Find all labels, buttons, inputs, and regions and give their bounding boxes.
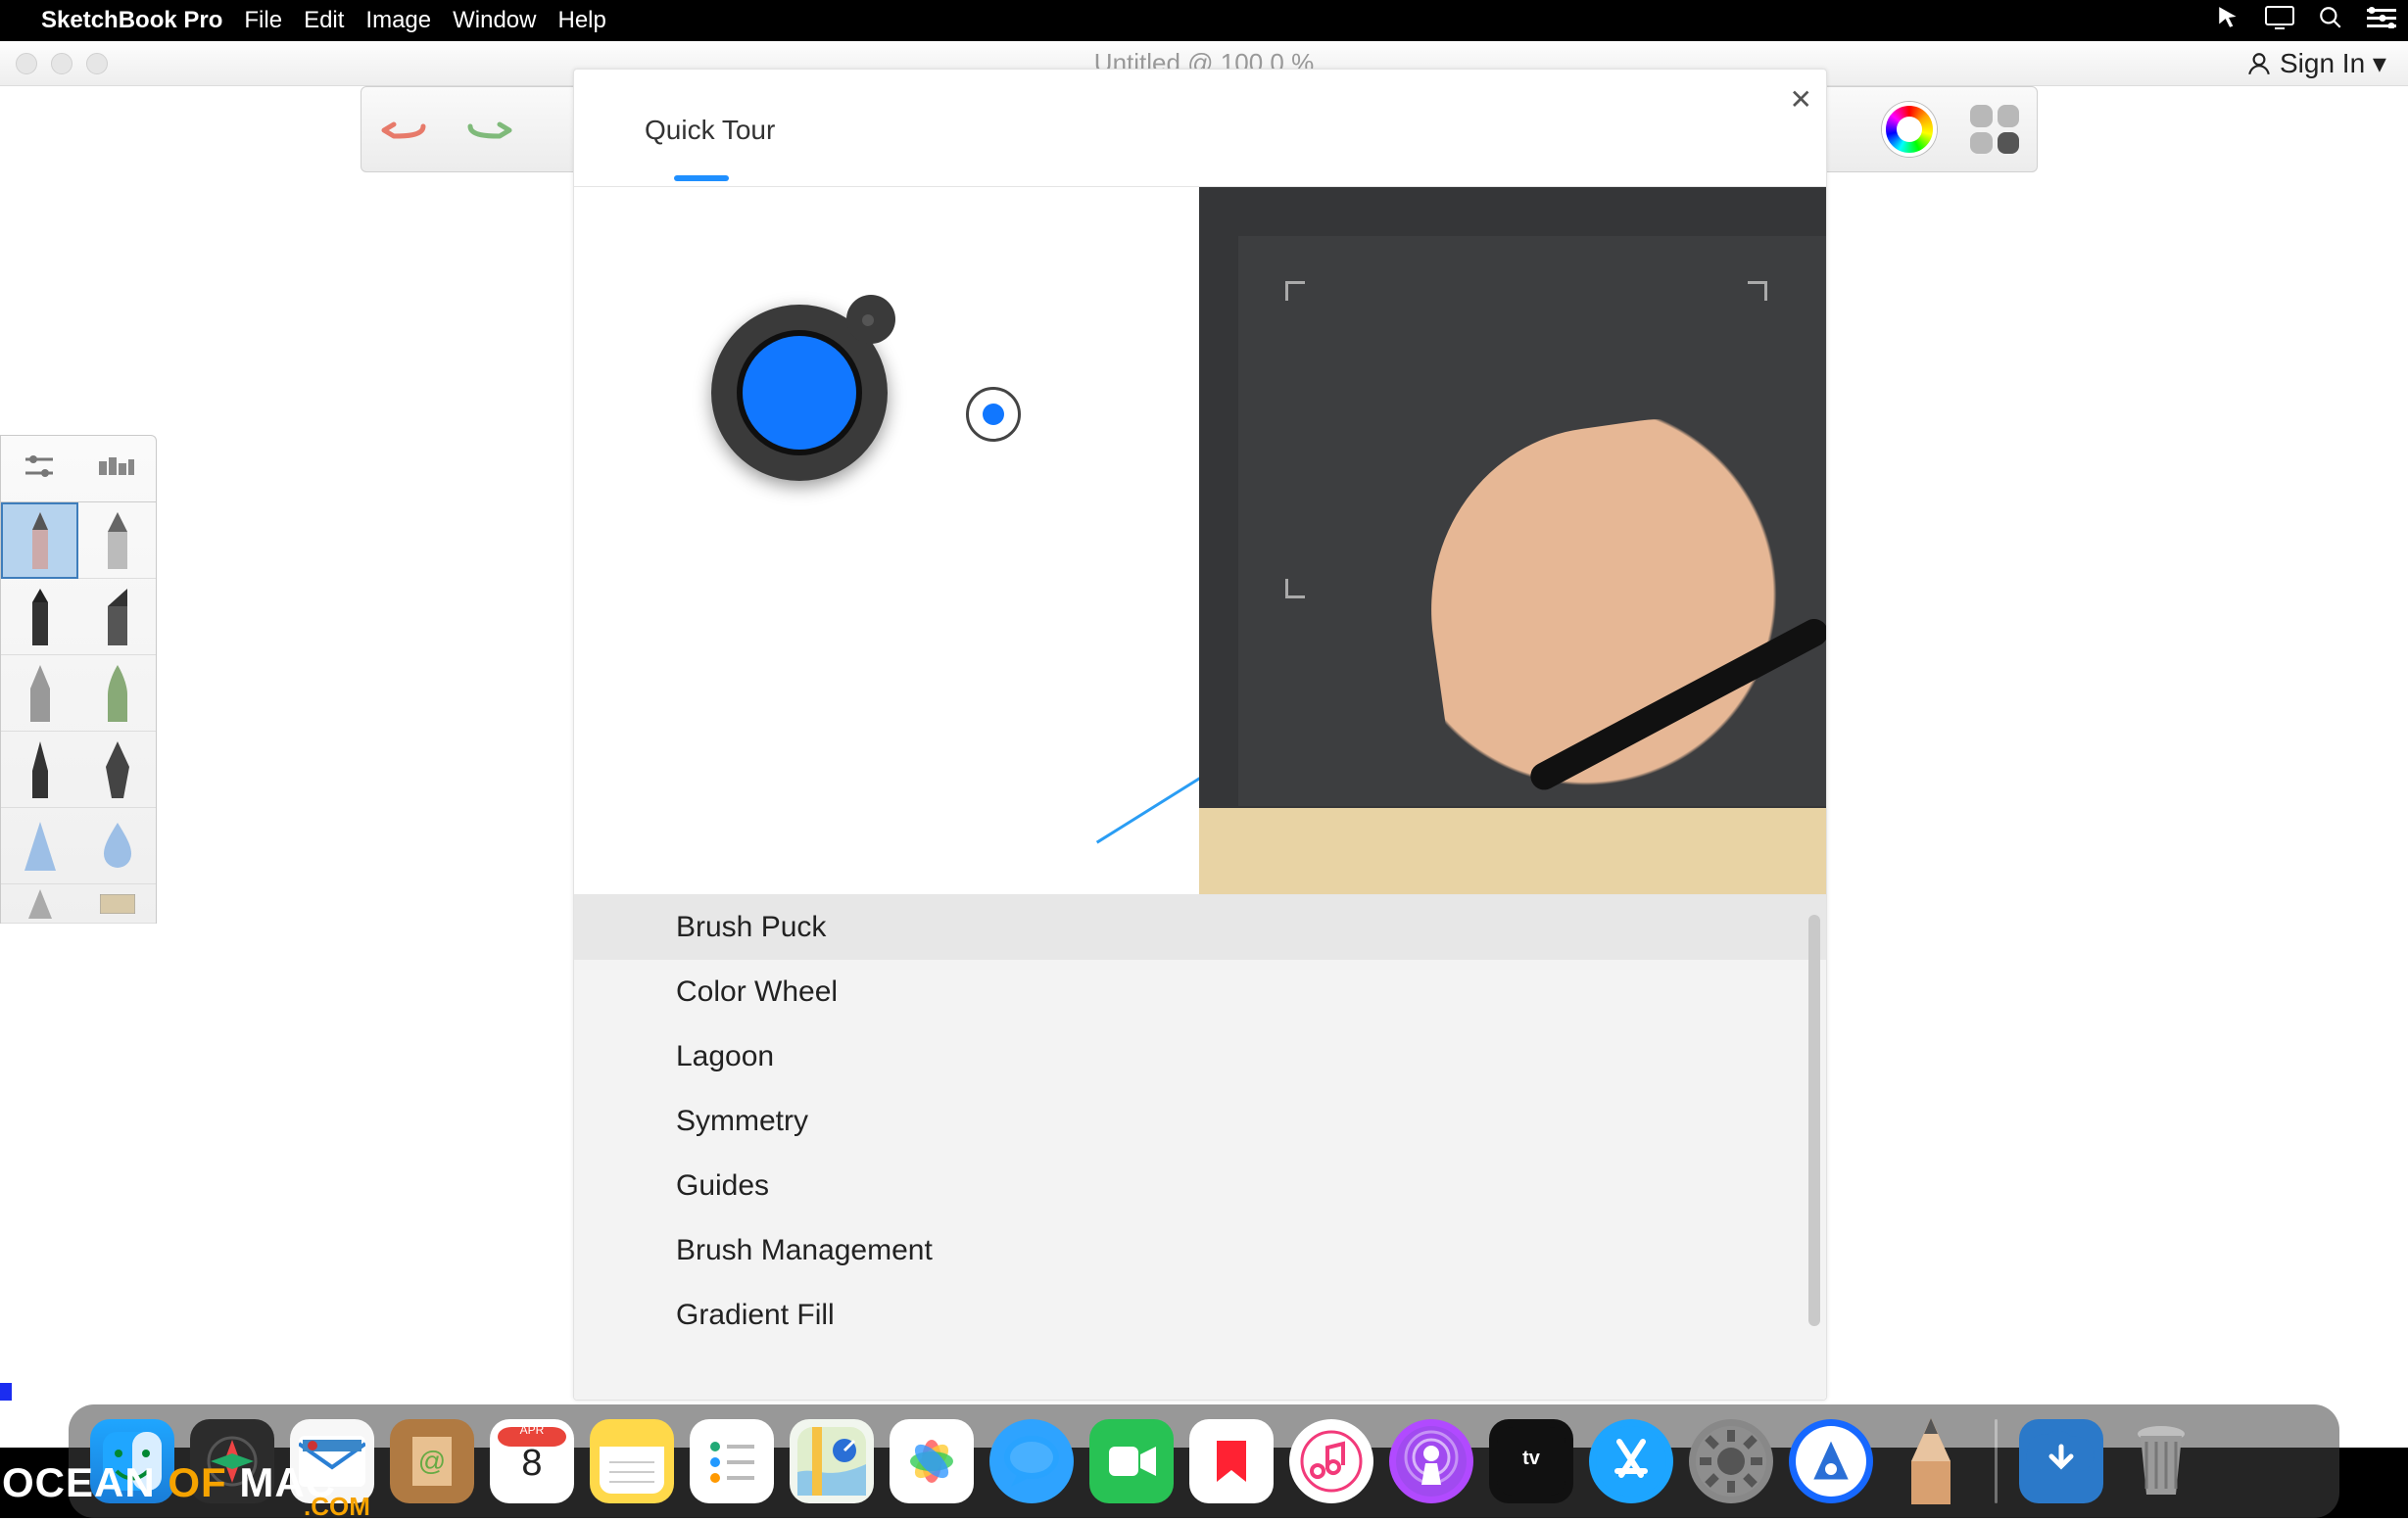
watermark: OCEAN OF MAC <box>2 1459 336 1506</box>
brush-chisel[interactable] <box>78 579 156 655</box>
calendar-month: APR <box>490 1423 574 1437</box>
window-close-button[interactable] <box>16 53 37 74</box>
macos-menubar: SketchBook Pro File Edit Image Window He… <box>0 0 2408 41</box>
brush-pen[interactable] <box>78 502 156 579</box>
svg-text:@: @ <box>418 1446 446 1476</box>
tour-item-gradient-fill[interactable]: Gradient Fill <box>574 1283 1826 1348</box>
brush-puck-small-icon <box>966 387 1021 442</box>
brush-brushpen[interactable] <box>78 655 156 732</box>
dock-preview[interactable] <box>1789 1419 1873 1503</box>
dock-messages[interactable] <box>989 1419 1074 1503</box>
tour-item-brush-management[interactable]: Brush Management <box>574 1218 1826 1283</box>
brush-settings-icon[interactable] <box>24 453 55 484</box>
tour-preview-area <box>574 187 1826 894</box>
brush-fountain[interactable] <box>78 732 156 808</box>
dock-notes[interactable] <box>590 1419 674 1503</box>
macos-dock: @ APR 8 tv <box>69 1404 2339 1518</box>
tour-item-brush-puck[interactable]: Brush Puck <box>574 895 1826 960</box>
dock-area: OCEAN OF MAC .COM @ APR8 tv <box>0 1401 2408 1518</box>
watermark-domain: .COM <box>304 1492 370 1522</box>
calendar-day: 8 <box>490 1443 574 1485</box>
tour-item-lagoon[interactable]: Lagoon <box>574 1024 1826 1089</box>
menu-help[interactable]: Help <box>557 7 605 34</box>
dock-podcasts[interactable] <box>1389 1419 1473 1503</box>
tour-video-thumbnail <box>1199 187 1826 894</box>
dialog-progress-indicator <box>574 177 1826 187</box>
brush-grid <box>1 502 156 924</box>
scrollbar[interactable] <box>1808 915 1820 1326</box>
color-wheel-button[interactable] <box>1882 102 1937 157</box>
brush-palette <box>0 435 157 924</box>
dock-music[interactable] <box>1289 1419 1373 1503</box>
dock-appstore[interactable] <box>1589 1419 1673 1503</box>
dock-photos[interactable] <box>890 1419 974 1503</box>
dock-separator <box>1995 1419 1998 1503</box>
menu-file[interactable]: File <box>244 7 282 34</box>
dock-sketchbook[interactable] <box>1889 1419 1973 1503</box>
dock-system-preferences[interactable] <box>1689 1419 1773 1503</box>
brush-nib[interactable] <box>1 655 78 732</box>
dock-tv[interactable]: tv <box>1489 1419 1573 1503</box>
spotlight-search-icon[interactable] <box>2318 5 2343 37</box>
menu-image[interactable]: Image <box>365 7 431 34</box>
brush-puck-icon <box>711 305 888 481</box>
tour-item-symmetry[interactable]: Symmetry <box>574 1089 1826 1154</box>
undo-button[interactable] <box>379 107 430 152</box>
brush-ink[interactable] <box>1 732 78 808</box>
dock-maps[interactable] <box>790 1419 874 1503</box>
tour-item-guides[interactable]: Guides <box>574 1154 1826 1218</box>
sign-in-label: Sign In ▾ <box>2280 47 2386 79</box>
quick-tour-dialog: ✕ Quick Tour Brush Puck Color Wheel Lago… <box>573 69 1827 1401</box>
dock-contacts[interactable]: @ <box>390 1419 474 1503</box>
menu-edit[interactable]: Edit <box>304 7 344 34</box>
dock-trash[interactable] <box>2119 1419 2203 1503</box>
window-controls <box>16 53 108 74</box>
dock-downloads[interactable] <box>2019 1419 2103 1503</box>
sign-in-button[interactable]: Sign In ▾ <box>2246 47 2386 79</box>
dock-facetime[interactable] <box>1089 1419 1174 1503</box>
tour-topic-list: Brush Puck Color Wheel Lagoon Symmetry G… <box>574 894 1826 1401</box>
dialog-title: Quick Tour <box>574 70 1826 146</box>
close-icon[interactable]: ✕ <box>1790 83 1812 116</box>
window-minimize-button[interactable] <box>51 53 72 74</box>
tour-item-color-wheel[interactable]: Color Wheel <box>574 960 1826 1024</box>
pointer-status-icon[interactable] <box>2216 5 2241 37</box>
dock-news[interactable] <box>1189 1419 1274 1503</box>
brush-marker[interactable] <box>1 579 78 655</box>
screen-mirror-icon[interactable] <box>2265 6 2294 36</box>
brush-airbrush-soft[interactable] <box>1 808 78 884</box>
desktop-edge <box>0 1383 12 1401</box>
control-center-icon[interactable] <box>2367 7 2396 35</box>
dock-reminders[interactable] <box>690 1419 774 1503</box>
brush-library-icon[interactable] <box>99 455 134 482</box>
brush-pencil[interactable] <box>1 502 78 579</box>
dock-calendar[interactable]: APR 8 <box>490 1419 574 1503</box>
svg-text:tv: tv <box>1522 1448 1541 1469</box>
brush-airbrush-tri[interactable] <box>1 884 78 924</box>
brush-flat[interactable] <box>78 884 156 924</box>
active-app-name[interactable]: SketchBook Pro <box>41 7 222 34</box>
redo-button[interactable] <box>463 107 514 152</box>
user-icon <box>2246 51 2272 76</box>
ui-toggle-button[interactable] <box>1970 105 2019 154</box>
menu-window[interactable]: Window <box>453 7 536 34</box>
brush-airbrush-drop[interactable] <box>78 808 156 884</box>
window-zoom-button[interactable] <box>86 53 108 74</box>
